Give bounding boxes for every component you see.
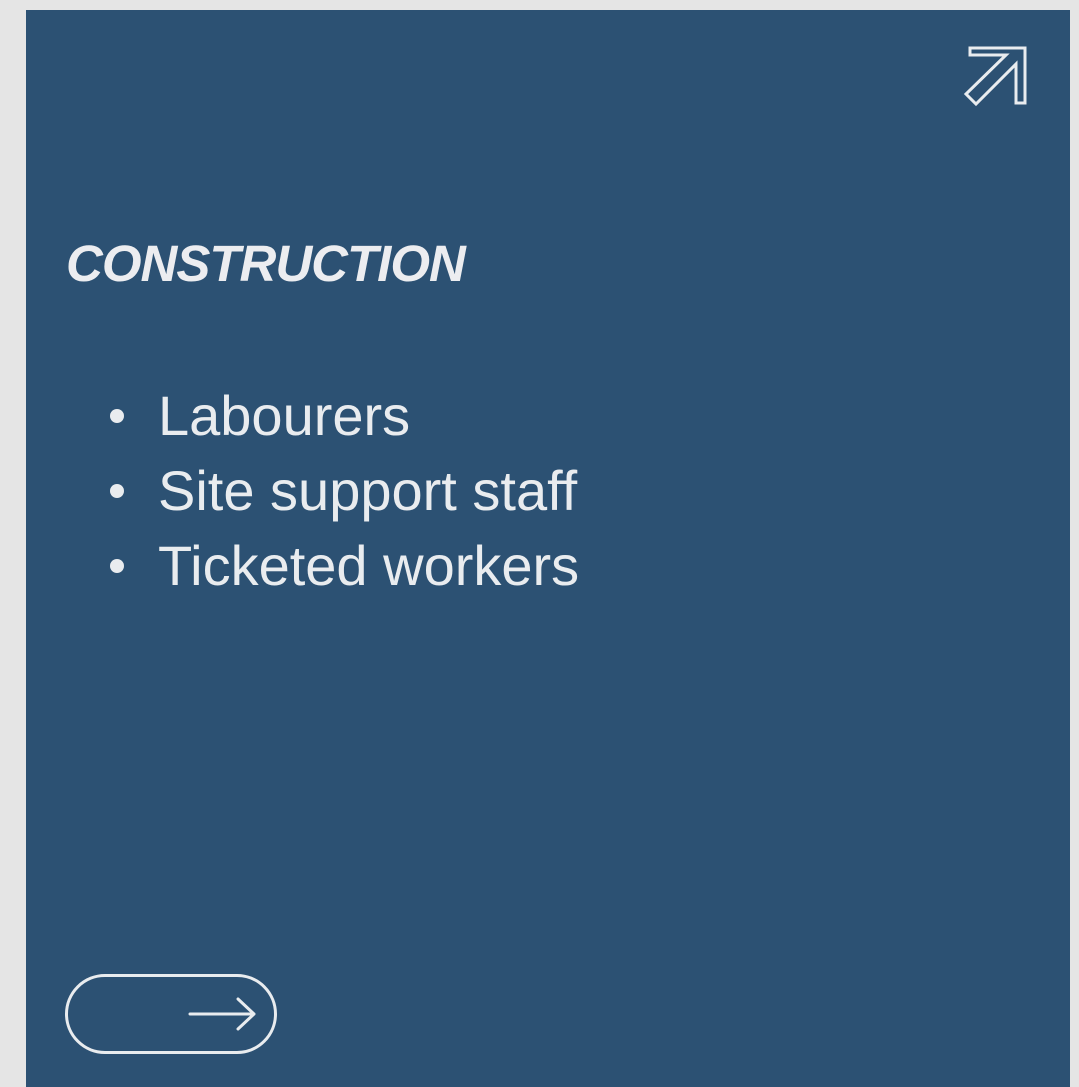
role-item-ticketed-workers: Ticketed workers [106, 528, 579, 603]
role-item-labourers: Labourers [106, 378, 579, 453]
role-item-site-support-staff: Site support staff [106, 453, 579, 528]
arrow-right-icon [188, 997, 256, 1031]
open-link-button[interactable] [962, 42, 1032, 112]
role-list: Labourers Site support staff Ticketed wo… [106, 378, 579, 603]
learn-more-button[interactable] [65, 974, 277, 1054]
construction-card[interactable]: CONSTRUCTION Labourers Site support staf… [26, 10, 1070, 1087]
arrow-up-right-icon [963, 46, 1027, 107]
card-title: CONSTRUCTION [66, 235, 466, 292]
